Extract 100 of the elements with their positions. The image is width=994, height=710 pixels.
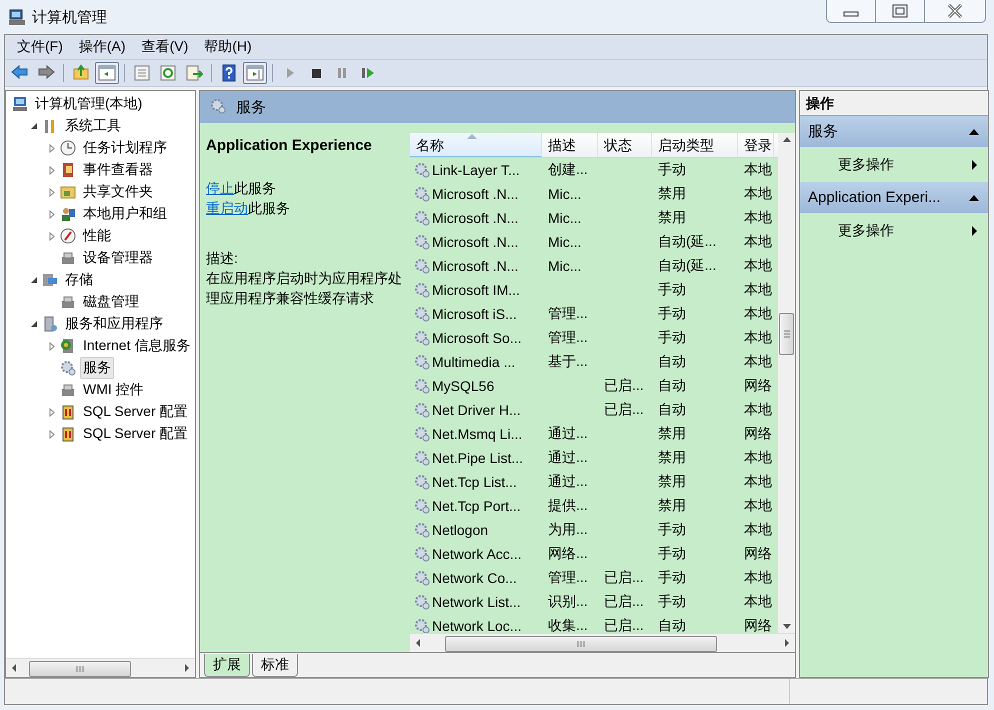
tree-item[interactable]: WMI 控件 xyxy=(80,379,147,401)
tree-item[interactable]: 性能 xyxy=(80,225,114,247)
table-cell: Microsoft .N... xyxy=(432,258,518,274)
tab[interactable]: 扩展 xyxy=(204,654,250,677)
table-cell-text: 网络 xyxy=(743,377,773,395)
table-cell-text: 网络 xyxy=(743,425,773,443)
action-link[interactable]: 重启动 xyxy=(206,200,248,216)
table-cell-text: 创建... xyxy=(547,161,589,179)
tree-item[interactable]: SQL Server 配置 xyxy=(80,423,191,445)
tree-item[interactable]: 磁盘管理 xyxy=(80,291,142,313)
action-item[interactable]: 更多操作 xyxy=(838,156,894,174)
table-cell-text: 识别... xyxy=(547,593,589,611)
panel-title: 服务 xyxy=(236,98,266,116)
table-cell-text: 通过... xyxy=(547,473,589,491)
table-cell-text: 网络 xyxy=(743,617,773,633)
table-cell-text: 手动 xyxy=(657,593,687,611)
menu-item[interactable]: 操作(A) xyxy=(70,38,134,56)
table-cell-text: 已启... xyxy=(603,377,645,395)
table-cell-text: 手动 xyxy=(657,521,687,539)
table-cell-text: 禁用 xyxy=(657,473,687,491)
table-cell-text: 网络... xyxy=(547,545,589,563)
menu-item[interactable]: 查看(V) xyxy=(134,38,196,56)
table-cell-text: 本地 xyxy=(743,305,773,323)
tree-item[interactable]: 服务和应用程序 xyxy=(62,313,166,335)
table-cell-text: 提供... xyxy=(547,497,589,515)
tree-item[interactable]: 存储 xyxy=(62,269,96,291)
table-cell-text: 自动(延... xyxy=(657,233,718,251)
window-title: 计算机管理 xyxy=(32,8,107,26)
action-link[interactable]: 停止 xyxy=(206,180,234,196)
table-cell-text: 已启... xyxy=(603,569,645,587)
table-cell-text: 手动 xyxy=(657,305,687,323)
table-cell: Microsoft IM... xyxy=(432,282,520,298)
table-cell-text: 手动 xyxy=(657,545,687,563)
tree-item[interactable]: 设备管理器 xyxy=(80,247,156,269)
tree-item[interactable]: Internet 信息服务 xyxy=(80,335,194,357)
table-cell-text: 本地 xyxy=(743,593,773,611)
table-cell-text: 本地 xyxy=(743,353,773,371)
table-cell-text: 自动(延... xyxy=(657,257,718,275)
column-header[interactable]: 状态 xyxy=(598,133,652,157)
actions-header: 操作 xyxy=(800,91,988,116)
table-cell: Microsoft .N... xyxy=(432,234,518,250)
table-cell-text: 禁用 xyxy=(657,497,687,515)
table-cell-text: 已启... xyxy=(603,401,645,419)
table-cell-text: 本地 xyxy=(743,497,773,515)
table-cell-text: 禁用 xyxy=(657,449,687,467)
table-cell-text: 已启... xyxy=(603,593,645,611)
table-cell: MySQL56 xyxy=(432,378,494,394)
table-cell-text: 网络 xyxy=(743,545,773,563)
table-cell-text: 本地 xyxy=(743,473,773,491)
tree-item[interactable]: SQL Server 配置 xyxy=(80,401,191,423)
table-cell-text: 自动 xyxy=(657,617,687,633)
table-cell-text: 收集... xyxy=(547,617,589,633)
table-cell-text: 本地 xyxy=(743,449,773,467)
column-header[interactable]: 登录 xyxy=(738,133,774,157)
table-cell-text: 本地 xyxy=(743,521,773,539)
table-cell-text: 通过... xyxy=(547,449,589,467)
table-cell: Net.Pipe List... xyxy=(432,450,524,466)
section-header[interactable]: Application Experi... xyxy=(800,182,988,213)
table-cell-text: 手动 xyxy=(657,161,687,179)
section-header[interactable]: 服务 xyxy=(800,116,988,147)
table-cell: Net.Tcp List... xyxy=(432,474,517,490)
table-cell-text: 基于... xyxy=(547,353,589,371)
tree-item[interactable]: 系统工具 xyxy=(62,115,124,137)
tab[interactable]: 标准 xyxy=(252,654,298,677)
table-cell: Network Co... xyxy=(432,570,517,586)
table-cell-text: 本地 xyxy=(743,257,773,275)
service-name: Application Experience xyxy=(206,137,373,154)
table-cell: Net Driver H... xyxy=(432,402,521,418)
table-cell-text: 本地 xyxy=(743,209,773,227)
column-header[interactable]: 描述 xyxy=(542,133,598,157)
table-cell-text: 手动 xyxy=(657,569,687,587)
table-cell: Microsoft So... xyxy=(432,330,522,346)
table-cell-text: 自动 xyxy=(657,377,687,395)
column-header[interactable]: 启动类型 xyxy=(652,133,738,157)
tree-item[interactable]: 服务 xyxy=(80,357,114,379)
tree-item[interactable]: 事件查看器 xyxy=(80,159,156,181)
table-cell: Multimedia ... xyxy=(432,354,516,370)
tree-item[interactable]: 本地用户和组 xyxy=(80,203,170,225)
action-text: 重启动此服务 xyxy=(206,199,291,218)
table-cell-text: 本地 xyxy=(743,329,773,347)
table-cell: Link-Layer T... xyxy=(432,162,520,178)
tree-item[interactable]: 计算机管理(本地) xyxy=(32,93,146,115)
menu-item[interactable]: 帮助(H) xyxy=(196,38,260,56)
column-header[interactable]: 名称 xyxy=(410,133,542,157)
table-cell-text: Mic... xyxy=(547,234,582,250)
table-cell-text: Mic... xyxy=(547,186,582,202)
action-item[interactable]: 更多操作 xyxy=(838,222,894,240)
table-cell-text: Mic... xyxy=(547,210,582,226)
table-cell-text: 管理... xyxy=(547,305,589,323)
table-cell-text: 手动 xyxy=(657,329,687,347)
table-cell-text: 禁用 xyxy=(657,209,687,227)
table-cell-text: 已启... xyxy=(603,617,645,633)
table-cell: Microsoft .N... xyxy=(432,210,518,226)
table-cell: Net.Msmq Li... xyxy=(432,426,522,442)
table-cell-text: 自动 xyxy=(657,401,687,419)
table-cell-text: 本地 xyxy=(743,401,773,419)
menu-item[interactable]: 文件(F) xyxy=(9,38,71,56)
table-cell: Network List... xyxy=(432,594,521,610)
tree-item[interactable]: 任务计划程序 xyxy=(80,137,170,159)
tree-item[interactable]: 共享文件夹 xyxy=(80,181,156,203)
